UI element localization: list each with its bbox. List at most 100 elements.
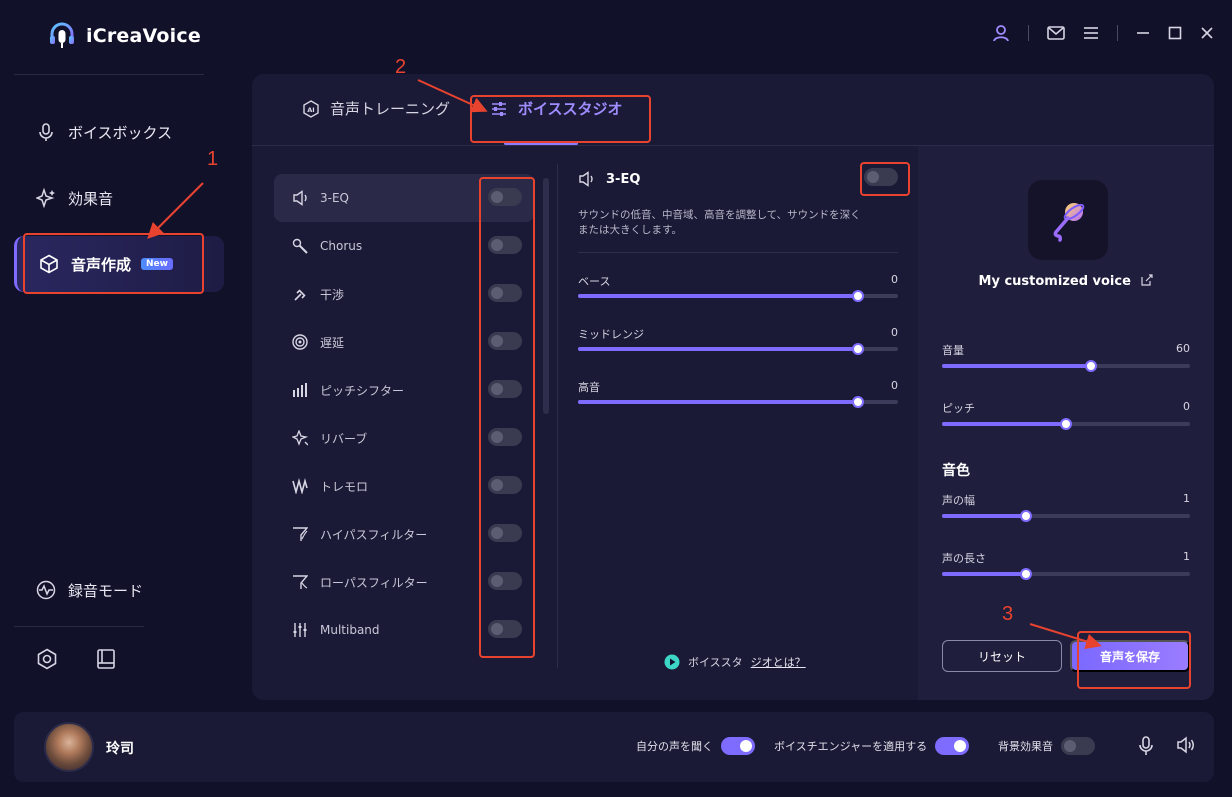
eq-title: 3-EQ bbox=[606, 171, 641, 187]
slider-value: 1 bbox=[1183, 492, 1190, 505]
listen-control: 自分の声を聞く bbox=[636, 737, 755, 755]
slider-handle[interactable] bbox=[1084, 360, 1097, 372]
tab-bar: AI 音声トレーニング ボイススタジオ bbox=[252, 74, 1214, 146]
apply-changer-toggle[interactable] bbox=[935, 737, 970, 755]
highpass-icon bbox=[293, 527, 308, 541]
slider-track[interactable] bbox=[942, 568, 1190, 580]
slider-track[interactable] bbox=[942, 360, 1190, 372]
slider-handle[interactable] bbox=[1060, 418, 1072, 430]
voice-name-text: My customized voice bbox=[978, 274, 1131, 289]
slider: 音量 60 bbox=[942, 342, 1190, 382]
slider-value: 0 bbox=[891, 326, 898, 339]
footer-icons bbox=[1138, 736, 1196, 756]
tremolo-icon bbox=[292, 478, 308, 494]
menu-icon[interactable] bbox=[1083, 26, 1099, 40]
listen-toggle[interactable] bbox=[721, 737, 755, 755]
annotation-box-2 bbox=[470, 95, 651, 143]
slider-handle[interactable] bbox=[1020, 510, 1033, 522]
mail-icon[interactable] bbox=[1047, 25, 1065, 41]
sidebar-item-voicebox[interactable]: ボイスボックス bbox=[14, 104, 224, 160]
slider-track[interactable] bbox=[578, 343, 898, 355]
microphone-icon[interactable] bbox=[1138, 736, 1154, 756]
ai-icon: AI bbox=[303, 99, 319, 118]
annotation-box-toggles bbox=[479, 177, 535, 658]
close-icon[interactable] bbox=[1200, 26, 1214, 40]
window-controls bbox=[992, 24, 1214, 42]
avatar[interactable] bbox=[44, 722, 94, 772]
effect-name: ピッチシフター bbox=[320, 383, 405, 398]
bg-sound-control: 背景効果音 bbox=[998, 737, 1095, 755]
help-prefix: ボイススタ bbox=[688, 656, 743, 669]
user-icon[interactable] bbox=[992, 24, 1010, 42]
slider-handle[interactable] bbox=[852, 290, 864, 302]
column-divider bbox=[557, 164, 558, 668]
slider-label: 声の長さ bbox=[942, 552, 986, 565]
slider-fill bbox=[942, 572, 1027, 576]
slider-value: 0 bbox=[891, 273, 898, 286]
slider-track[interactable] bbox=[578, 396, 898, 408]
effect-name: トレモロ bbox=[320, 479, 369, 494]
reset-button[interactable]: リセット bbox=[942, 640, 1062, 672]
separator bbox=[1117, 25, 1118, 41]
effect-name: Multiband bbox=[320, 623, 380, 637]
slider-fill bbox=[942, 514, 1027, 518]
sidebar-divider bbox=[14, 74, 204, 75]
slider-value: 0 bbox=[891, 379, 898, 392]
tab-voice-training[interactable]: AI 音声トレーニング bbox=[302, 98, 450, 119]
slider-label: ピッチ bbox=[942, 402, 975, 415]
settings-icon[interactable] bbox=[36, 648, 58, 670]
user-name: 玲司 bbox=[106, 741, 134, 757]
sidebar-item-sound-effects[interactable]: 効果音 bbox=[14, 170, 224, 226]
effect-name: 干渉 bbox=[320, 287, 345, 302]
speaker-icon bbox=[579, 171, 593, 187]
slider: ミッドレンジ 0 bbox=[578, 320, 898, 373]
slider: ベース 0 bbox=[578, 267, 898, 320]
play-icon bbox=[664, 654, 680, 670]
minimize-icon[interactable] bbox=[1136, 26, 1150, 40]
annotation-box-1 bbox=[23, 233, 204, 294]
bg-sound-toggle[interactable] bbox=[1061, 737, 1095, 755]
apply-changer-control: ボイスチエンジャーを適用する bbox=[774, 737, 970, 755]
eq-sliders: ベース 0 ミッドレンジ 0 高音 0 bbox=[578, 267, 900, 426]
sidebar-item-recording-mode[interactable]: 録音モード bbox=[14, 562, 224, 618]
footer-bar: 玲司 自分の声を聞く ボイスチエンジャーを適用する 背景効果音 bbox=[14, 712, 1214, 782]
voice-name: My customized voice bbox=[918, 274, 1214, 289]
slider-fill bbox=[578, 347, 858, 351]
maximize-icon[interactable] bbox=[1168, 26, 1182, 40]
voice-avatar bbox=[1028, 180, 1108, 260]
app-logo: iCreaVoice bbox=[48, 22, 201, 50]
slider-handle[interactable] bbox=[852, 396, 864, 408]
sidebar-item-label: 録音モード bbox=[68, 581, 144, 600]
slider-track[interactable] bbox=[942, 418, 1190, 430]
slider-handle[interactable] bbox=[1020, 568, 1033, 580]
microphone-handheld-icon bbox=[292, 238, 308, 254]
edit-icon[interactable] bbox=[1141, 274, 1154, 286]
slider-value: 0 bbox=[1183, 400, 1190, 413]
slider-fill bbox=[942, 364, 1091, 368]
bars-icon bbox=[293, 383, 307, 397]
slider-track[interactable] bbox=[942, 510, 1190, 522]
separator bbox=[1028, 25, 1029, 41]
sidebar-divider bbox=[14, 626, 144, 627]
effect-name: ローパスフィルター bbox=[320, 575, 428, 590]
effect-name: 遅延 bbox=[320, 335, 345, 350]
slider-label: 声の幅 bbox=[942, 494, 975, 507]
annotation-number-1: 1 bbox=[207, 148, 219, 170]
slider-handle[interactable] bbox=[852, 343, 864, 355]
book-icon[interactable] bbox=[96, 648, 116, 670]
sparkle-icon bbox=[36, 188, 55, 208]
svg-text:AI: AI bbox=[307, 106, 314, 114]
volume-icon[interactable] bbox=[1176, 736, 1196, 754]
slider-track[interactable] bbox=[578, 290, 898, 302]
sidebar-bottom-icons bbox=[36, 648, 116, 670]
slider-fill bbox=[578, 400, 858, 404]
slider: ピッチ 0 bbox=[942, 400, 1190, 440]
help-link[interactable]: ジオとは？ bbox=[751, 654, 806, 670]
tone-section-title: 音色 bbox=[942, 463, 970, 479]
voice-panel: My customized voice 音量 60 ピッチ 0 音色 声の幅 1 声の長さ… bbox=[918, 146, 1214, 700]
effect-name: Chorus bbox=[320, 239, 363, 253]
multiband-icon bbox=[293, 623, 307, 637]
slider-label: ベース bbox=[578, 275, 611, 288]
slider-value: 1 bbox=[1183, 550, 1190, 563]
effects-scrollbar[interactable] bbox=[543, 178, 549, 414]
